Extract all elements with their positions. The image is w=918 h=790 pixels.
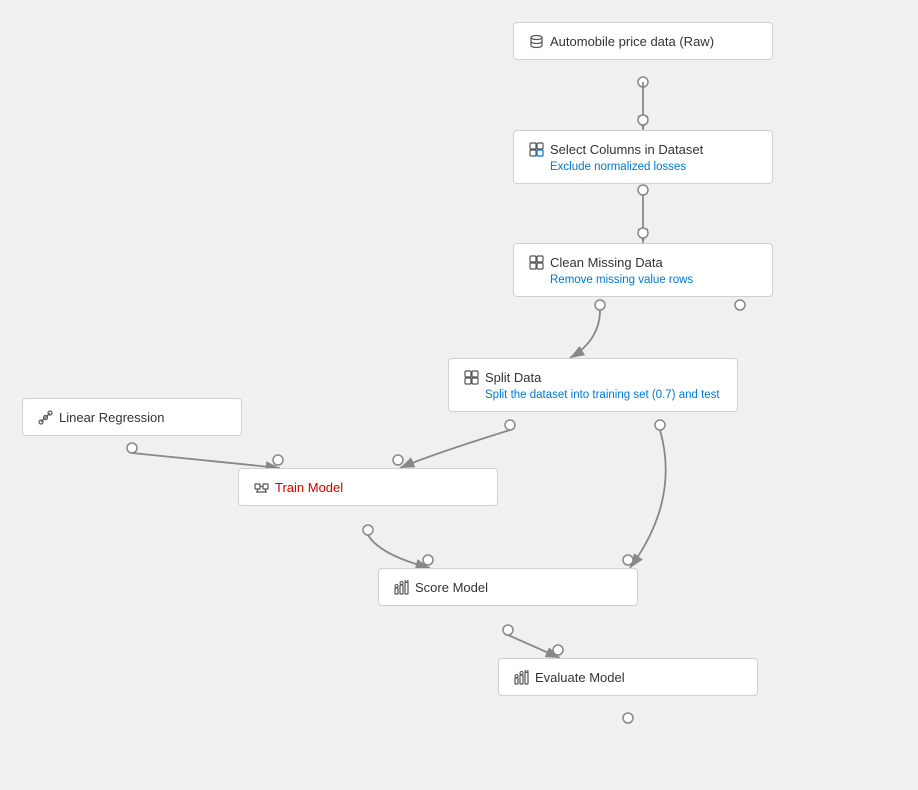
node-evaluate-model[interactable]: Evaluate Model [498,658,758,696]
evaluate-icon [513,669,529,685]
node-score-model-title: Score Model [415,580,488,595]
clean-icon [528,254,544,270]
node-automobile-title: Automobile price data (Raw) [550,34,714,49]
node-split-data-title: Split Data [485,370,541,385]
node-clean-missing-subtitle: Remove missing value rows [528,274,758,286]
node-select-columns-title: Select Columns in Dataset [550,142,703,157]
transform-icon [528,141,544,157]
node-automobile[interactable]: Automobile price data (Raw) [513,22,773,60]
split-icon [463,369,479,385]
node-clean-missing[interactable]: Clean Missing Data Remove missing value … [513,243,773,297]
node-train-model-title: Train Model [275,480,343,495]
node-select-columns[interactable]: Select Columns in Dataset Exclude normal… [513,130,773,184]
node-linear-regression[interactable]: Linear Regression [22,398,242,436]
pipeline-canvas: Automobile price data (Raw) Select Colum… [0,0,918,790]
node-score-model[interactable]: Score Model [378,568,638,606]
node-linear-regression-title: Linear Regression [59,410,165,425]
node-evaluate-model-title: Evaluate Model [535,670,625,685]
node-split-data-subtitle: Split the dataset into training set (0.7… [463,389,723,401]
score-icon [393,579,409,595]
node-train-model[interactable]: Train Model [238,468,498,506]
node-select-columns-subtitle: Exclude normalized losses [528,161,758,173]
node-split-data[interactable]: Split Data Split the dataset into traini… [448,358,738,412]
node-clean-missing-title: Clean Missing Data [550,255,663,270]
database-icon [528,33,544,49]
train-icon [253,479,269,495]
regression-icon [37,409,53,425]
